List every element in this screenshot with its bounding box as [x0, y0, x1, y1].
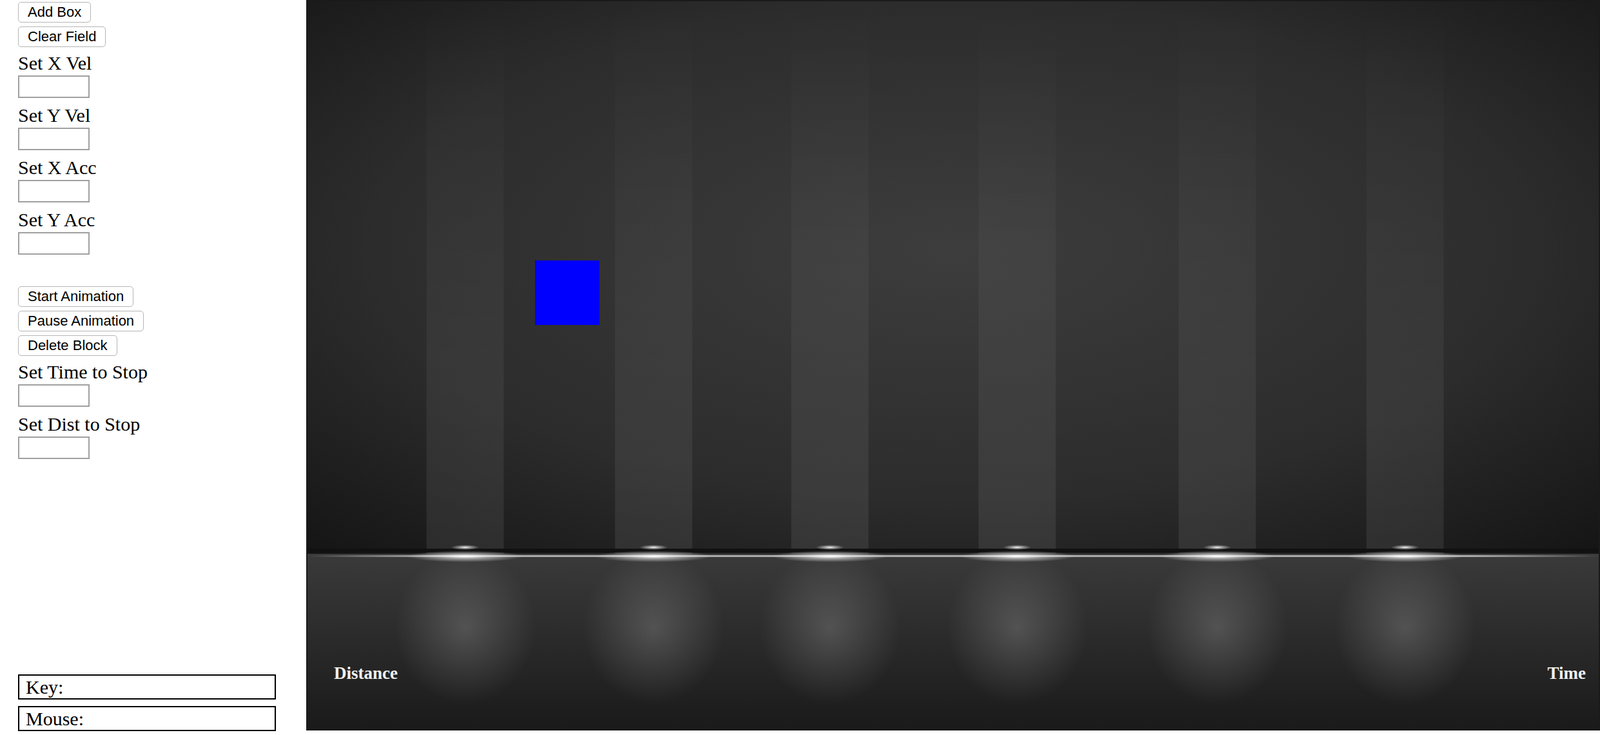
- field-input[interactable]: [18, 384, 90, 407]
- field-group: Set X Vel: [18, 50, 307, 104]
- control-button[interactable]: Start Animation: [18, 286, 134, 307]
- field-label: Set Y Vel: [18, 103, 307, 128]
- field-input[interactable]: [18, 436, 90, 459]
- stage-background: [307, 1, 1599, 730]
- app: Add Box Clear FieldSet X Vel Set Y Vel Set …: [0, 0, 1600, 735]
- field-input[interactable]: [18, 179, 90, 203]
- field-group: Set X Acc: [18, 155, 307, 208]
- control-button[interactable]: Add Box: [18, 1, 91, 23]
- stage[interactable]: Distance Time: [306, 0, 1600, 731]
- readout-label: Mouse:: [25, 707, 84, 730]
- field-label: Set X Vel: [18, 50, 307, 76]
- control-group: Add Box Clear FieldSet X Vel Set Y Vel Set …: [18, 1, 307, 260]
- field-group: Set Y Acc: [18, 207, 307, 260]
- control-button[interactable]: Clear Field: [18, 26, 106, 48]
- time-label: Time: [1547, 660, 1587, 687]
- readout-box: Mouse:: [18, 705, 276, 732]
- field-label: Set Y Acc: [18, 207, 307, 233]
- control-panel: Add Box Clear FieldSet X Vel Set Y Vel Set …: [0, 0, 307, 735]
- field-label: Set Dist to Stop: [18, 411, 307, 437]
- control-button[interactable]: Delete Block: [18, 335, 118, 356]
- readouts: Key: Mouse:: [18, 674, 307, 732]
- field-group: Set Y Vel: [18, 103, 307, 156]
- field-group: Set Time to Stop: [18, 359, 307, 412]
- field-input[interactable]: [18, 127, 90, 151]
- field-input[interactable]: [18, 75, 90, 98]
- distance-label: Distance: [333, 660, 398, 687]
- box[interactable]: [535, 260, 600, 325]
- readout-box: Key:: [18, 674, 276, 700]
- field-input[interactable]: [18, 232, 90, 255]
- field-group: Set Dist to Stop: [18, 411, 307, 465]
- field-label: Set Time to Stop: [18, 359, 307, 385]
- control-group: Start Animation Pause Animation Delete Blo…: [18, 286, 307, 465]
- readout-label: Key:: [25, 675, 64, 699]
- field-label: Set X Acc: [18, 155, 307, 180]
- control-button[interactable]: Pause Animation: [18, 310, 144, 332]
